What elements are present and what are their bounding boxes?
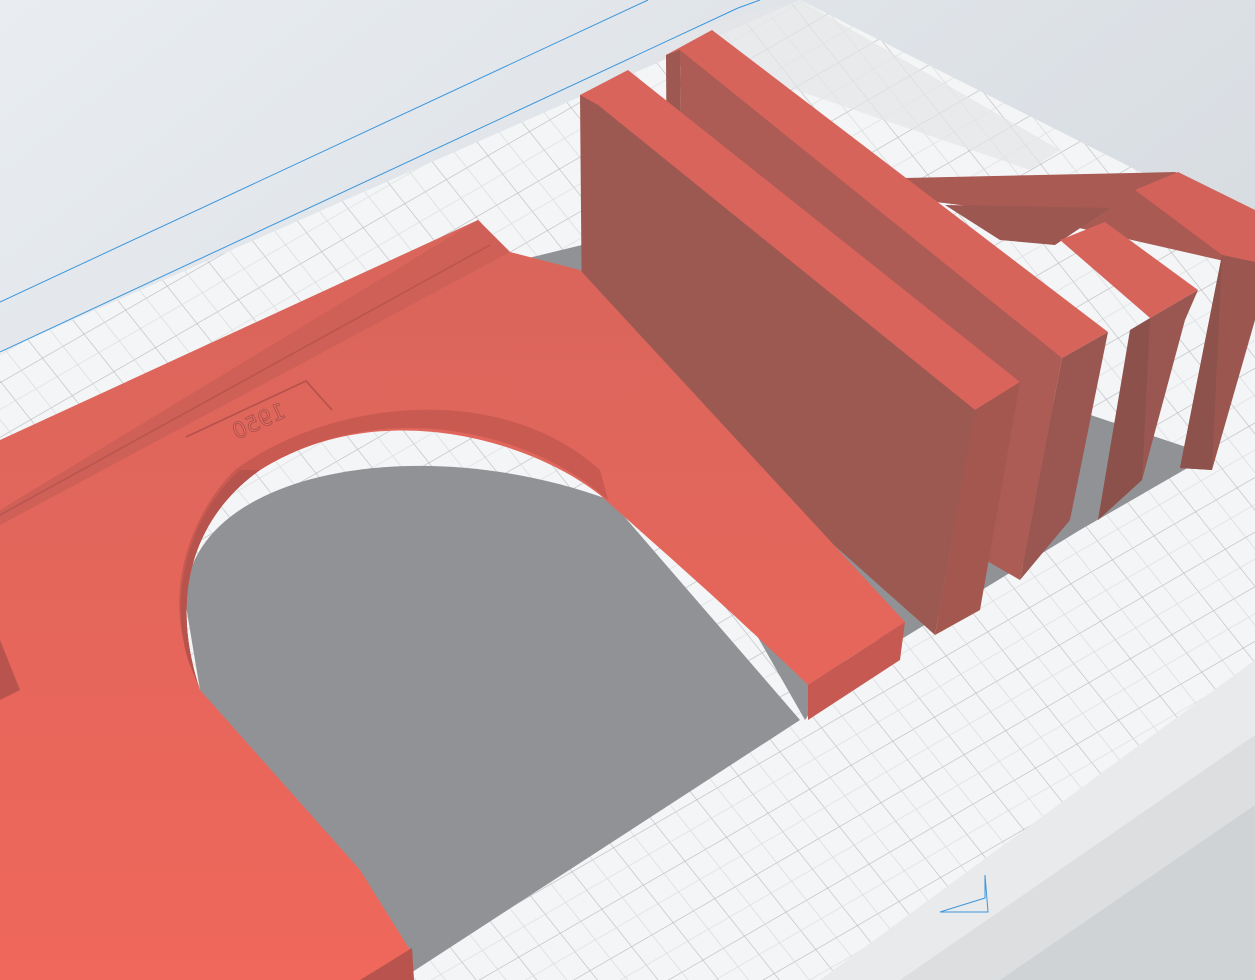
3d-viewport[interactable]: 1950 (0, 0, 1255, 980)
